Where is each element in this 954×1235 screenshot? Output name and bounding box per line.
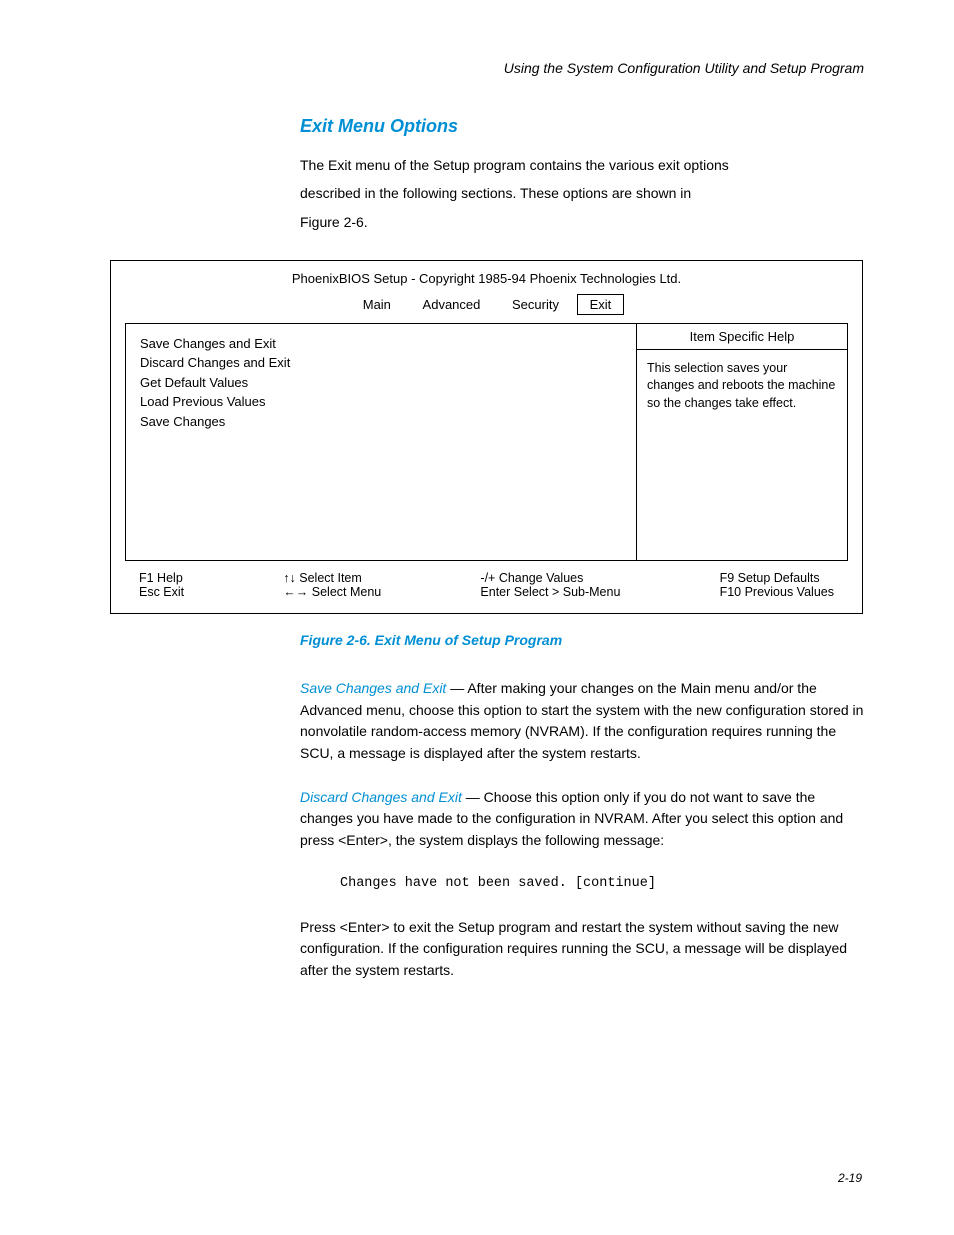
tab-main[interactable]: Main xyxy=(349,295,405,314)
help-header: Item Specific Help xyxy=(637,324,847,350)
tab-exit[interactable]: Exit xyxy=(577,294,625,315)
section-intro-line: The Exit menu of the Setup program conta… xyxy=(300,155,864,175)
section-intro-line: described in the following sections. The… xyxy=(300,183,864,203)
bios-window: PhoenixBIOS Setup - Copyright 1985-94 Ph… xyxy=(110,260,863,614)
footer-key-previous: F10 Previous Values xyxy=(720,585,834,599)
tab-security[interactable]: Security xyxy=(498,295,573,314)
bios-menu-list: Save Changes and Exit Discard Changes an… xyxy=(126,324,637,560)
tab-advanced[interactable]: Advanced xyxy=(409,295,495,314)
option-discard-changes: Discard Changes and Exit — Choose this o… xyxy=(300,787,864,852)
section-intro-line: Figure 2-6. xyxy=(300,212,864,232)
footer-key-select-item: ↑↓ Select Item xyxy=(283,571,381,585)
footer-key-help: F1 Help xyxy=(139,571,184,585)
menu-item-save-exit[interactable]: Save Changes and Exit xyxy=(140,334,622,354)
option-save-changes: Save Changes and Exit — After making you… xyxy=(300,678,864,765)
option-title: Discard Changes and Exit xyxy=(300,789,462,805)
bios-title: PhoenixBIOS Setup - Copyright 1985-94 Ph… xyxy=(125,271,848,286)
menu-item-defaults[interactable]: Get Default Values xyxy=(140,373,622,393)
figure-caption: Figure 2-6. Exit Menu of Setup Program xyxy=(300,632,864,648)
bios-tab-bar: Main Advanced Security Exit xyxy=(125,294,848,315)
footer-key-exit: Esc Exit xyxy=(139,585,184,599)
page-header: Using the System Configuration Utility a… xyxy=(100,60,864,76)
footer-key-change-values: -/+ Change Values xyxy=(480,571,620,585)
help-body: This selection saves your changes and re… xyxy=(637,350,847,560)
option-title: Save Changes and Exit xyxy=(300,680,446,696)
bios-footer: F1 Help Esc Exit ↑↓ Select Item ←→ Selec… xyxy=(125,561,848,603)
footer-key-defaults: F9 Setup Defaults xyxy=(720,571,834,585)
page-number: 2-19 xyxy=(838,1171,862,1185)
option-after-prompt: Press <Enter> to exit the Setup program … xyxy=(300,917,864,982)
menu-item-save[interactable]: Save Changes xyxy=(140,412,622,432)
menu-item-previous[interactable]: Load Previous Values xyxy=(140,392,622,412)
footer-key-submenu: Enter Select > Sub-Menu xyxy=(480,585,620,599)
menu-item-discard-exit[interactable]: Discard Changes and Exit xyxy=(140,353,622,373)
section-heading: Exit Menu Options xyxy=(300,116,864,137)
figure-bios-screenshot: PhoenixBIOS Setup - Copyright 1985-94 Ph… xyxy=(100,260,864,614)
prompt-text: Changes have not been saved. [continue] xyxy=(340,874,864,895)
footer-key-select-menu: ←→ Select Menu xyxy=(283,585,381,599)
